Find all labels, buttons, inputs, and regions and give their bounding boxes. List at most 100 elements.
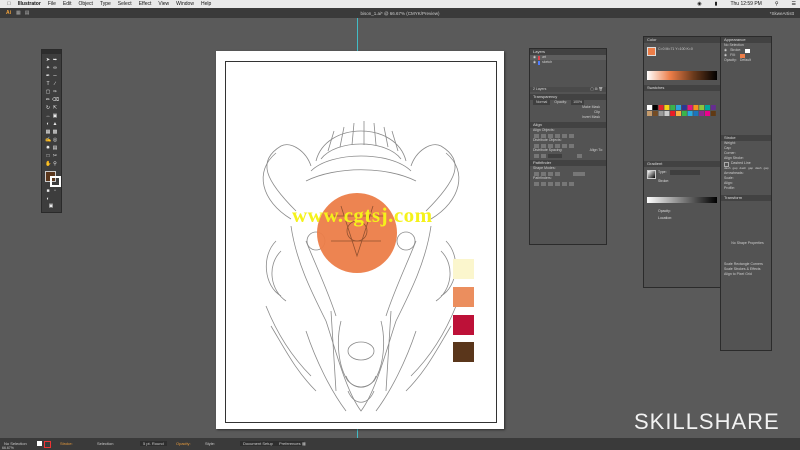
search-icon[interactable]: ⚲ (775, 1, 779, 7)
color-fill-swatch[interactable] (647, 47, 656, 56)
spacing-input[interactable] (548, 154, 562, 158)
workspace-switcher[interactable]: *SkweArtistt (770, 11, 794, 16)
arrange-docs-icon[interactable]: ▦ (302, 441, 306, 446)
swatch-cell[interactable] (681, 111, 687, 116)
selection-tool-icon[interactable]: ➤ (45, 57, 51, 63)
gradient-tool-icon[interactable]: ▩ (52, 129, 58, 135)
preferences-button[interactable]: Preferences (276, 441, 304, 446)
paintbrush-tool-icon[interactable]: ✑ (52, 89, 58, 95)
magic-wand-tool-icon[interactable]: ✦ (45, 65, 51, 71)
draw-mode-icon[interactable]: ◐ (45, 196, 51, 202)
expand-button[interactable] (573, 172, 585, 176)
align-bottom-icon[interactable] (569, 134, 574, 138)
artboard-tool-icon[interactable]: □ (45, 153, 51, 159)
swatch-cell[interactable] (670, 111, 676, 116)
swatch-cell[interactable] (681, 105, 687, 110)
distribute-right-icon[interactable] (569, 144, 574, 148)
gradient-thumbnail[interactable] (647, 170, 656, 179)
swatch-grid-colors[interactable] (647, 105, 717, 129)
menu-edit[interactable]: Edit (63, 1, 72, 7)
merge-icon[interactable] (548, 182, 553, 186)
lasso-tool-icon[interactable]: ∞ (52, 65, 58, 71)
exclude-icon[interactable] (555, 172, 560, 176)
swatch-orange[interactable] (453, 287, 474, 307)
swatch-cell[interactable] (693, 105, 699, 110)
swatch-cell[interactable] (699, 111, 705, 116)
stroke-swatch[interactable] (50, 176, 61, 187)
menu-select[interactable]: Select (118, 1, 132, 7)
pen-tool-icon[interactable]: ✒ (45, 73, 51, 79)
menu-object[interactable]: Object (79, 1, 93, 7)
swatch-cell[interactable] (664, 105, 670, 110)
shape-builder-tool-icon[interactable]: ◐ (45, 121, 51, 127)
menu-view[interactable]: View (158, 1, 169, 7)
type-tool-icon[interactable]: T (45, 81, 51, 87)
slice-tool-icon[interactable]: ✂ (52, 153, 58, 159)
width-tool-icon[interactable]: ↔ (45, 113, 51, 119)
minus-back-icon[interactable] (569, 182, 574, 186)
menu-help[interactable]: Help (201, 1, 211, 7)
swatch-brown[interactable] (453, 342, 474, 362)
swatch-cell[interactable] (647, 111, 652, 116)
swatch-cell[interactable] (676, 111, 681, 116)
swatch-cell[interactable] (652, 105, 658, 110)
clock[interactable]: Thu 12:59 PM (730, 1, 761, 7)
menu-illustrator[interactable]: Illustrator (18, 1, 41, 7)
color-spectrum[interactable] (647, 71, 717, 80)
opacity-link[interactable]: Opacity: (176, 441, 191, 446)
scale-tool-icon[interactable]: ⇱ (52, 105, 58, 111)
bison-sketch[interactable] (236, 91, 486, 431)
distribute-hspace-icon[interactable] (541, 154, 546, 158)
stroke-color-chip[interactable] (745, 49, 751, 53)
outline-icon[interactable] (562, 182, 567, 186)
swatch-cell[interactable] (705, 105, 710, 110)
menu-window[interactable]: Window (176, 1, 194, 7)
swatch-cell[interactable] (647, 105, 652, 110)
zoom-tool-icon[interactable]: ⚲ (52, 161, 58, 167)
gradient-type-select[interactable] (670, 170, 700, 175)
menu-effect[interactable]: Effect (139, 1, 152, 7)
gradient-mode-icon[interactable]: ▫ (52, 188, 58, 194)
divide-icon[interactable] (534, 182, 539, 186)
pencil-tool-icon[interactable]: ✏ (45, 97, 51, 103)
apple-icon[interactable]:  (7, 1, 11, 7)
swatch-cream[interactable] (453, 259, 474, 279)
swatch-cell[interactable] (687, 105, 693, 110)
swatch-cell[interactable] (693, 111, 699, 116)
menu-list-icon[interactable]: ☰ (792, 1, 796, 7)
control-fill-swatch[interactable] (37, 441, 42, 446)
swatch-cell[interactable] (664, 111, 670, 116)
swatch-cell[interactable] (658, 105, 664, 110)
menu-file[interactable]: File (48, 1, 56, 7)
color-mode-icon[interactable]: ■ (45, 188, 51, 194)
gradient-slider[interactable] (647, 197, 717, 203)
rotate-tool-icon[interactable]: ↻ (45, 105, 51, 111)
blend-mode-select[interactable]: Normal (533, 100, 551, 105)
swatch-crimson[interactable] (453, 315, 474, 335)
align-vcenter-icon[interactable] (562, 134, 567, 138)
swatch-cell[interactable] (676, 105, 681, 110)
align-pixel-grid-checkbox[interactable]: Align to Pixel Grid (721, 272, 771, 277)
swatch-cell[interactable] (705, 111, 710, 116)
blend-tool-icon[interactable]: ◎ (52, 137, 58, 143)
swatch-cell[interactable] (710, 111, 716, 116)
align-to-select[interactable] (577, 154, 582, 158)
brush-select[interactable]: 5 pt. Round (140, 441, 167, 446)
distribute-hcenter-icon[interactable] (562, 144, 567, 148)
swatch-cell[interactable] (658, 111, 664, 116)
new-layer-icon[interactable]: ▢ ⊞ 🗑 (590, 87, 606, 92)
wifi-icon[interactable]: ◉ (697, 1, 701, 7)
swatch-cell[interactable] (687, 111, 693, 116)
visibility-eye-icon[interactable]: ◉ (533, 60, 536, 65)
free-transform-tool-icon[interactable]: ▣ (52, 113, 58, 119)
hand-tool-icon[interactable]: ✋ (45, 161, 51, 167)
stroke-link[interactable]: Stroke: (60, 441, 73, 446)
invert-mask-checkbox[interactable]: Invert Mask (530, 115, 606, 120)
mesh-tool-icon[interactable]: ▦ (45, 129, 51, 135)
crop-icon[interactable] (555, 182, 560, 186)
swatch-cell[interactable] (699, 105, 705, 110)
column-graph-tool-icon[interactable]: ▤ (52, 145, 58, 151)
eyedropper-tool-icon[interactable]: ✍ (45, 137, 51, 143)
eraser-tool-icon[interactable]: ⌫ (52, 97, 59, 103)
document-setup-button[interactable]: Document Setup (240, 441, 276, 446)
